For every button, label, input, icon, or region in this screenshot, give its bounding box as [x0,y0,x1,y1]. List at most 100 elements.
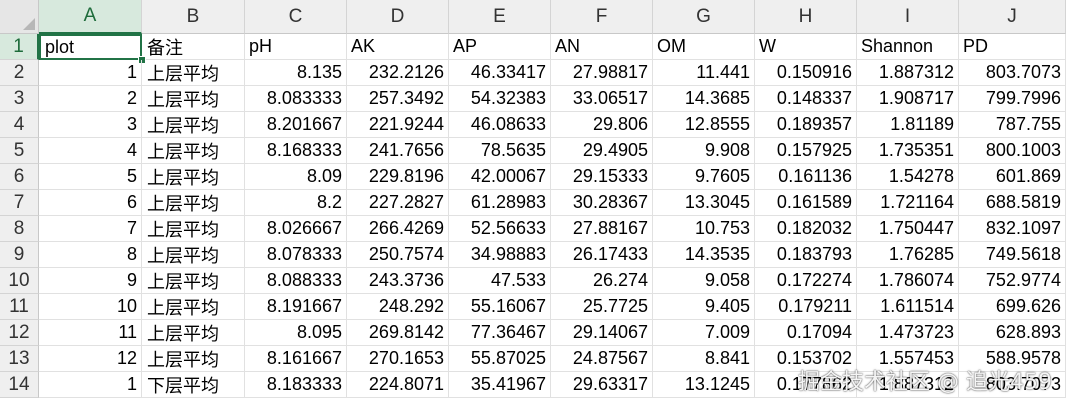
data-cell[interactable]: 8.135 [245,60,347,86]
row-header-6[interactable]: 6 [0,164,39,190]
data-cell[interactable]: 上层平均 [142,294,245,320]
row-header-2[interactable]: 2 [0,60,39,86]
data-cell[interactable]: 0.189357 [755,112,857,138]
data-cell[interactable]: 10 [39,294,142,320]
row-header-11[interactable]: 11 [0,294,39,320]
data-cell[interactable]: 61.28983 [449,190,551,216]
data-cell[interactable]: 25.7725 [551,294,653,320]
data-cell[interactable]: 27.88167 [551,216,653,242]
select-all-corner[interactable] [0,0,39,34]
data-cell[interactable]: 257.3492 [347,86,449,112]
data-cell[interactable]: 8.168333 [245,138,347,164]
data-cell[interactable]: 1.887312 [857,60,959,86]
data-cell[interactable]: 8.083333 [245,86,347,112]
row-header-14[interactable]: 14 [0,372,39,398]
row-header-3[interactable]: 3 [0,86,39,112]
data-cell[interactable]: 9.908 [653,138,755,164]
data-cell[interactable]: 1.750447 [857,216,959,242]
data-cell[interactable]: 9.7605 [653,164,755,190]
data-cell[interactable]: 14.3535 [653,242,755,268]
data-cell[interactable]: 1 [39,372,142,398]
data-cell[interactable]: 221.9244 [347,112,449,138]
data-cell[interactable]: 24.87567 [551,346,653,372]
data-cell[interactable]: 29.806 [551,112,653,138]
column-header-e[interactable]: E [449,0,551,34]
data-cell[interactable]: 上层平均 [142,60,245,86]
data-cell[interactable]: 上层平均 [142,216,245,242]
data-cell[interactable]: 0.179211 [755,294,857,320]
data-cell[interactable]: 832.1097 [959,216,1066,242]
data-cell[interactable]: 5 [39,164,142,190]
data-cell[interactable]: 47.533 [449,268,551,294]
data-cell[interactable]: 224.8071 [347,372,449,398]
data-cell[interactable]: 6 [39,190,142,216]
header-cell[interactable]: AN [551,34,653,60]
data-cell[interactable]: 55.16067 [449,294,551,320]
data-cell[interactable]: 0.150916 [755,60,857,86]
data-cell[interactable]: 7 [39,216,142,242]
row-header-5[interactable]: 5 [0,138,39,164]
data-cell[interactable]: 270.1653 [347,346,449,372]
data-cell[interactable]: 1.81189 [857,112,959,138]
row-header-7[interactable]: 7 [0,190,39,216]
data-cell[interactable]: 1.76285 [857,242,959,268]
data-cell[interactable]: 46.33417 [449,60,551,86]
data-cell[interactable]: 248.292 [347,294,449,320]
header-cell[interactable]: AP [449,34,551,60]
column-header-d[interactable]: D [347,0,449,34]
data-cell[interactable]: 29.14067 [551,320,653,346]
data-cell[interactable]: 下层平均 [142,372,245,398]
data-cell[interactable]: 33.06517 [551,86,653,112]
data-cell[interactable]: 26.274 [551,268,653,294]
data-cell[interactable]: 77.36467 [449,320,551,346]
data-cell[interactable]: 14.3685 [653,86,755,112]
row-header-12[interactable]: 12 [0,320,39,346]
data-cell[interactable]: 803.7073 [959,60,1066,86]
data-cell[interactable]: 上层平均 [142,346,245,372]
data-cell[interactable]: 34.98883 [449,242,551,268]
data-cell[interactable]: 30.28367 [551,190,653,216]
data-cell[interactable]: 8.088333 [245,268,347,294]
data-cell[interactable]: 3 [39,112,142,138]
data-cell[interactable]: 699.626 [959,294,1066,320]
data-cell[interactable]: 29.63317 [551,372,653,398]
data-cell[interactable]: 7.009 [653,320,755,346]
data-cell[interactable]: 11.441 [653,60,755,86]
data-cell[interactable]: 12 [39,346,142,372]
column-header-h[interactable]: H [755,0,857,34]
data-cell[interactable]: 749.5618 [959,242,1066,268]
column-header-c[interactable]: C [245,0,347,34]
data-cell[interactable]: 上层平均 [142,190,245,216]
column-header-j[interactable]: J [959,0,1066,34]
data-cell[interactable]: 0.148337 [755,86,857,112]
data-cell[interactable]: 1.54278 [857,164,959,190]
header-cell[interactable]: AK [347,34,449,60]
data-cell[interactable]: 4 [39,138,142,164]
data-cell[interactable]: 12.8555 [653,112,755,138]
data-cell[interactable]: 1.786074 [857,268,959,294]
data-cell[interactable]: 上层平均 [142,138,245,164]
data-cell[interactable]: 229.8196 [347,164,449,190]
data-cell[interactable]: 0.161589 [755,190,857,216]
header-cell[interactable]: PD [959,34,1066,60]
active-cell[interactable]: plot [39,34,142,60]
data-cell[interactable]: 752.9774 [959,268,1066,294]
data-cell[interactable]: 601.869 [959,164,1066,190]
data-cell[interactable]: 688.5819 [959,190,1066,216]
data-cell[interactable]: 241.7656 [347,138,449,164]
data-cell[interactable]: 8 [39,242,142,268]
data-cell[interactable]: 上层平均 [142,242,245,268]
data-cell[interactable]: 787.755 [959,112,1066,138]
column-header-g[interactable]: G [653,0,755,34]
data-cell[interactable]: 29.15333 [551,164,653,190]
row-header-9[interactable]: 9 [0,242,39,268]
data-cell[interactable]: 0.161136 [755,164,857,190]
data-cell[interactable]: 上层平均 [142,112,245,138]
header-cell[interactable]: Shannon [857,34,959,60]
data-cell[interactable]: 42.00067 [449,164,551,190]
data-cell[interactable]: 227.2827 [347,190,449,216]
column-header-b[interactable]: B [142,0,245,34]
data-cell[interactable]: 628.893 [959,320,1066,346]
data-cell[interactable]: 0.172274 [755,268,857,294]
data-cell[interactable]: 10.753 [653,216,755,242]
